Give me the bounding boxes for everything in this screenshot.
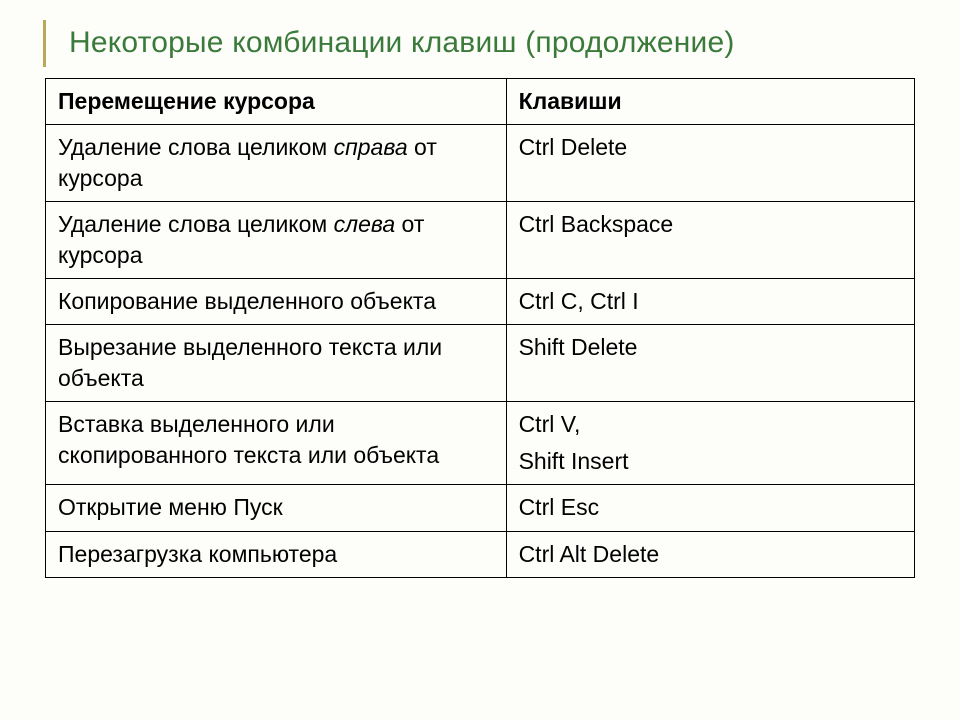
table-header-row: Перемещение курсора Клавиши [46,79,915,125]
table-row: Копирование выделенного объекта Ctrl C, … [46,279,915,325]
cell-desc: Удаление слова целиком справа от курсора [46,125,507,202]
desc-pre: Копирование выделенного объекта [58,288,436,314]
cell-keys: Ctrl Backspace [506,202,914,279]
desc-pre: Открытие меню Пуск [58,494,283,520]
table-row: Перезагрузка компьютера Ctrl Alt Delete [46,531,915,577]
page-title: Некоторые комбинации клавиш (продолжение… [45,20,915,60]
shortcuts-table: Перемещение курсора Клавиши Удаление сло… [45,78,915,578]
cell-keys: Ctrl Esc [506,485,914,531]
cell-desc: Открытие меню Пуск [46,485,507,531]
header-col2: Клавиши [506,79,914,125]
table-row: Вырезание выделенного текста или объекта… [46,325,915,402]
table-row: Вставка выделенного или скопированного т… [46,402,915,485]
cell-keys: Shift Delete [506,325,914,402]
desc-pre: Вырезание выделенного текста или объекта [58,334,442,391]
cell-desc: Вставка выделенного или скопированного т… [46,402,507,485]
cell-keys: Ctrl V, Shift Insert [506,402,914,485]
desc-pre: Вставка выделенного или скопированного т… [58,411,439,468]
cell-keys: Ctrl Alt Delete [506,531,914,577]
desc-pre: Удаление слова целиком [58,211,334,237]
cell-desc: Вырезание выделенного текста или объекта [46,325,507,402]
accent-bar [43,20,46,67]
cell-desc: Копирование выделенного объекта [46,279,507,325]
table-row: Удаление слова целиком справа от курсора… [46,125,915,202]
cell-keys: Ctrl Delete [506,125,914,202]
keys-line1: Ctrl V, [519,411,581,437]
table-row: Удаление слова целиком слева от курсора … [46,202,915,279]
header-col1: Перемещение курсора [46,79,507,125]
cell-desc: Перезагрузка компьютера [46,531,507,577]
cell-desc: Удаление слова целиком слева от курсора [46,202,507,279]
desc-italic: слева [334,211,396,237]
desc-pre: Перезагрузка компьютера [58,541,337,567]
keys-line2: Shift Insert [519,446,904,477]
cell-keys: Ctrl C, Ctrl I [506,279,914,325]
table-row: Открытие меню Пуск Ctrl Esc [46,485,915,531]
desc-pre: Удаление слова целиком [58,134,334,160]
desc-italic: справа [334,134,408,160]
